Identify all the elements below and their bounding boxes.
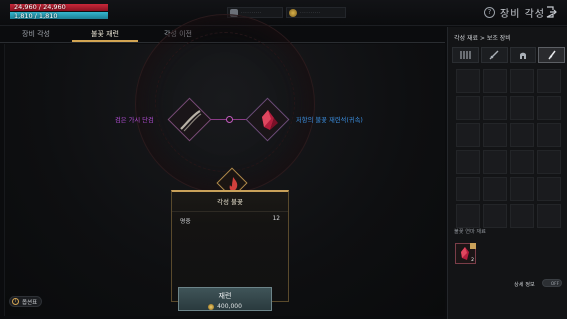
- inventory-cell[interactable]: [456, 150, 480, 174]
- weapon-name-label: 검은 가시 단검: [115, 117, 154, 124]
- inventory-cell[interactable]: [537, 204, 561, 228]
- inventory-cell[interactable]: [483, 123, 507, 147]
- dagger-icon: [548, 50, 556, 60]
- refine-stone-label: 저항의 불꽃 재련석(귀속): [296, 117, 363, 124]
- page-title: 장비 각성: [500, 9, 545, 20]
- category-ring-set[interactable]: [452, 47, 479, 63]
- material-slot[interactable]: 2: [455, 243, 476, 264]
- stat-value: 12: [272, 216, 280, 222]
- inventory-cell[interactable]: [537, 123, 561, 147]
- currency-gold: ··········: [286, 7, 346, 18]
- inventory-cell[interactable]: [510, 69, 534, 93]
- sword-icon: [489, 50, 499, 60]
- material-count: 2: [471, 258, 474, 263]
- inventory-cell[interactable]: [456, 177, 480, 201]
- inventory-cell[interactable]: [510, 204, 534, 228]
- inventory-cell[interactable]: [456, 69, 480, 93]
- selected-check-icon: [470, 243, 476, 249]
- materials-label: 불꽃 연마 재료: [454, 229, 486, 235]
- inventory-cell[interactable]: [483, 96, 507, 120]
- question-icon[interactable]: ?: [484, 7, 495, 18]
- category-dagger[interactable]: [538, 47, 565, 63]
- inventory-cell[interactable]: [537, 69, 561, 93]
- inventory-cell[interactable]: [510, 150, 534, 174]
- category-helmet[interactable]: [509, 47, 537, 63]
- inventory-cell[interactable]: [537, 177, 561, 201]
- refine-button[interactable]: 재련 400,000: [178, 287, 272, 311]
- tab-equipment-awakening[interactable]: 장비 각성: [0, 27, 72, 42]
- refine-cost: 400,000: [179, 303, 271, 310]
- detail-toggle-state: OFF: [550, 281, 559, 286]
- refine-button-label: 재련: [218, 292, 232, 300]
- inventory-cell[interactable]: [456, 204, 480, 228]
- inventory-cell[interactable]: [456, 96, 480, 120]
- helmet-icon: [519, 52, 526, 59]
- inventory-cell[interactable]: [483, 69, 507, 93]
- inventory-cell[interactable]: [483, 150, 507, 174]
- inventory-cell[interactable]: [537, 150, 561, 174]
- top-status-bar: 24,960 / 24,960 1,810 / 1,810 ··········…: [0, 0, 567, 26]
- ring-set-icon: [460, 51, 471, 59]
- inventory-cell[interactable]: [483, 204, 507, 228]
- gold-coin-icon: [289, 8, 297, 17]
- refine-cost-value: 400,000: [217, 303, 242, 310]
- category-sword[interactable]: [480, 47, 508, 63]
- exit-icon[interactable]: [545, 6, 557, 18]
- inventory-cell[interactable]: [510, 177, 534, 201]
- refine-stone-slot[interactable]: [245, 97, 290, 142]
- material-sidebar: 각성 재료 > 보조 장비 불꽃 연마 재료 2 상세 정보 OFF: [447, 27, 567, 319]
- breadcrumb: 각성 재료 > 보조 장비: [454, 35, 511, 42]
- refine-stage: 검은 가시 단검 저항의 불꽃 재련석(귀속) 각성 불꽃 명중 12: [4, 14, 445, 316]
- mp-text: 1,810 / 1,810: [14, 12, 58, 20]
- inventory-cell[interactable]: [456, 123, 480, 147]
- info-icon: i: [12, 298, 19, 305]
- weapon-slot[interactable]: [167, 97, 212, 142]
- detail-info-toggle[interactable]: OFF: [542, 279, 562, 287]
- category-filter: [452, 47, 565, 63]
- material-inventory-grid: [456, 69, 562, 228]
- currency-gold-value: ··········: [300, 9, 321, 16]
- tab-flame-refine[interactable]: 불꽃 재련: [72, 27, 138, 42]
- stat-row: 명중 12: [172, 212, 288, 229]
- crystal-icon: [262, 110, 278, 130]
- hp-text: 24,960 / 24,960: [14, 3, 66, 11]
- dagger-icon: [180, 110, 202, 132]
- inventory-cell[interactable]: [537, 96, 561, 120]
- option-table-label: 옵션표: [22, 299, 38, 306]
- gold-coin-icon: [208, 303, 215, 310]
- inventory-cell[interactable]: [510, 96, 534, 120]
- option-table-button[interactable]: i 옵션표: [9, 296, 42, 307]
- inventory-cell[interactable]: [483, 177, 507, 201]
- currency-silver-value: ··········: [241, 9, 262, 16]
- connector-node: [226, 116, 233, 123]
- panel-title: 각성 불꽃: [172, 192, 288, 212]
- background-emblem-inner: [155, 32, 295, 172]
- detail-info-label: 상세 정보: [514, 282, 535, 288]
- awakening-flame-panel: 각성 불꽃 명중 12: [171, 190, 289, 302]
- stat-label: 명중: [180, 219, 191, 225]
- inventory-cell[interactable]: [510, 123, 534, 147]
